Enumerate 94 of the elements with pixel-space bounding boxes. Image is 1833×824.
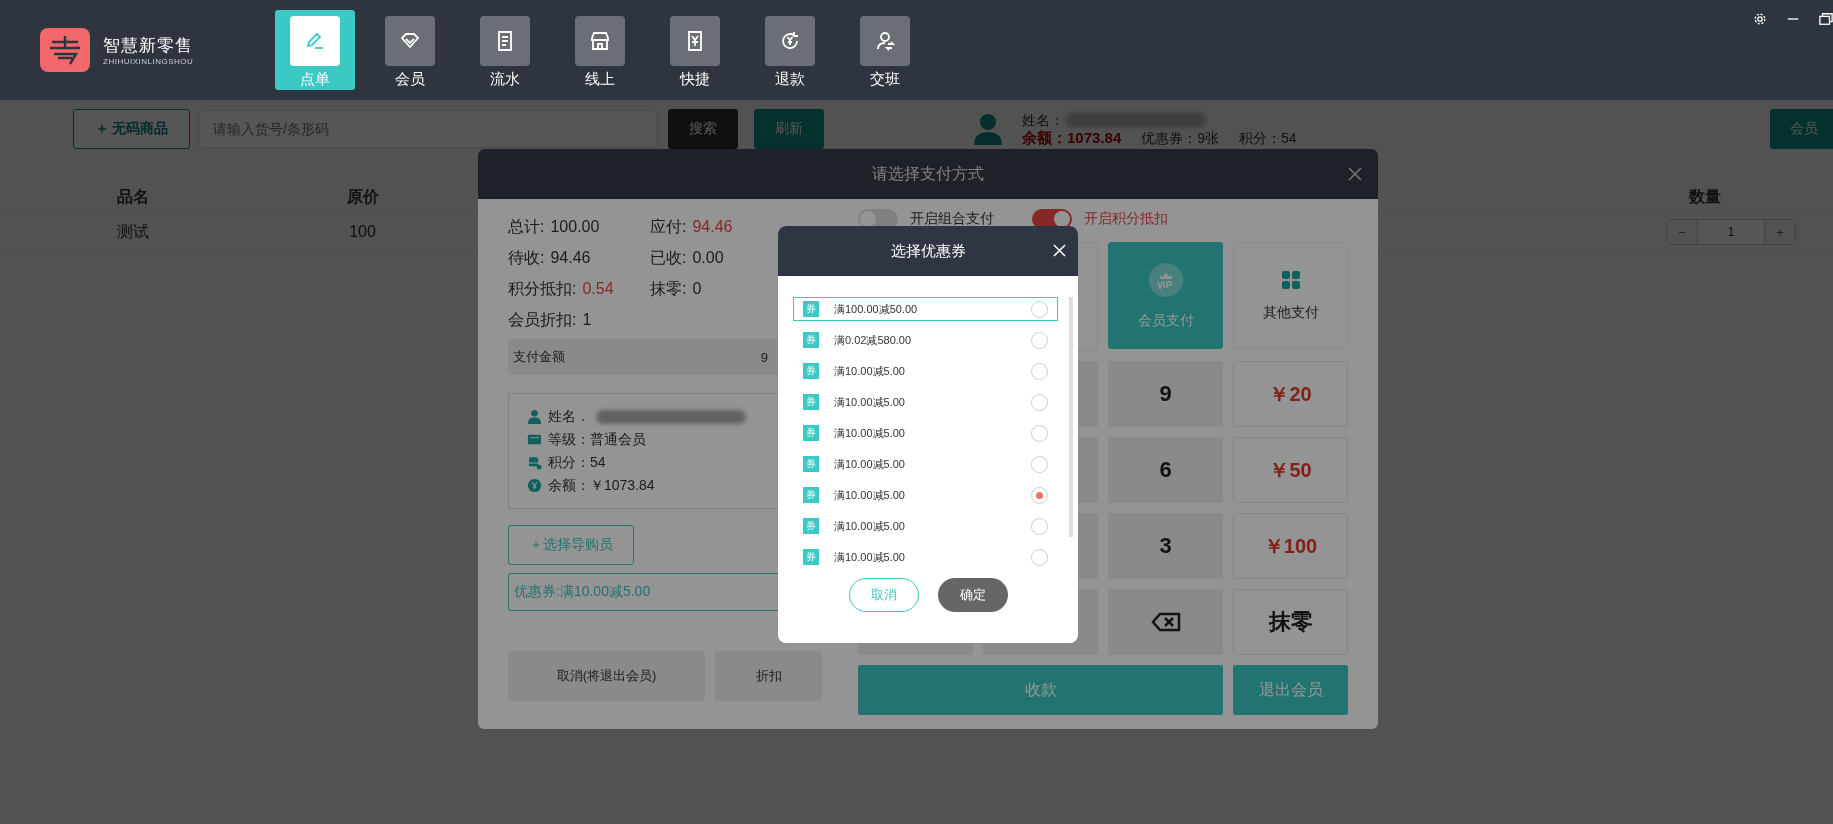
payment-method-tile[interactable]: 其他支付 xyxy=(1233,242,1348,349)
summary-label: 抹零: xyxy=(650,279,687,299)
backspace-key[interactable] xyxy=(1108,589,1223,655)
summary-value: 94.46 xyxy=(550,248,591,268)
person-icon xyxy=(974,113,1002,145)
coupon-label: 满100.00减50.00 xyxy=(834,301,919,317)
yen-coin-icon xyxy=(527,478,542,493)
summary-value: 0 xyxy=(692,279,702,299)
toggle-switch[interactable] xyxy=(858,209,898,229)
coupon-label: 满10.00减5.00 xyxy=(834,456,906,472)
coupon-label: 满10.00减5.00 xyxy=(834,394,906,410)
column-header: 数量 xyxy=(1688,186,1722,207)
store-icon xyxy=(588,29,612,53)
summary-value: 100.00 xyxy=(550,217,600,237)
confirm-button[interactable]: 确定 xyxy=(937,578,1008,612)
summary-value: 1 xyxy=(582,310,592,330)
cancel-button[interactable]: 取消(将退出会员) xyxy=(508,651,705,701)
coupon-label: 满0.02减580.00 xyxy=(834,332,913,348)
member-info-text: 余额：￥1073.84 xyxy=(548,476,655,495)
coupon-tag: 券 xyxy=(803,301,819,317)
member-info-text: 积分：54 xyxy=(548,453,606,472)
coupon-item[interactable]: 券 满10.00减5.00 xyxy=(793,545,1058,569)
coupon-tag: 券 xyxy=(803,487,819,503)
keypad-key[interactable]: 3 xyxy=(1108,513,1223,579)
scrollbar[interactable] xyxy=(1069,297,1073,537)
summary-label: 积分抵扣: xyxy=(508,279,577,299)
coupon-tag: 券 xyxy=(803,394,819,410)
coupon-item[interactable]: 券 满10.00减5.00 xyxy=(793,514,1058,538)
coupon-tag: 券 xyxy=(803,332,819,348)
pay-amount-label: 支付金额 xyxy=(513,348,565,366)
member-info-text: 等级：普通会员 xyxy=(548,430,646,449)
nav-tab[interactable]: 流水 xyxy=(465,10,545,90)
coupon-label: 满10.00减5.00 xyxy=(834,487,906,503)
nav-tab[interactable]: 交班 xyxy=(845,10,925,90)
pay-amount-value: 9 xyxy=(760,349,768,365)
summary-label: 应付: xyxy=(650,217,687,237)
dialog-title: 选择优惠券 xyxy=(890,241,966,261)
summary-label: 待收: xyxy=(508,248,545,268)
table-cell-text: 100 xyxy=(348,223,377,241)
column-header: 原价 xyxy=(345,186,380,207)
coupon-item[interactable]: 券 满10.00减5.00 xyxy=(793,390,1058,414)
name-label: 姓名： xyxy=(1022,111,1064,129)
coupon-item[interactable]: 券 满10.00减5.00 xyxy=(793,452,1058,476)
summary-value: 94.46 xyxy=(692,217,733,237)
summary-value: 0.00 xyxy=(692,248,724,268)
coupon-tag: 券 xyxy=(803,425,819,441)
points-text: 积分：54 xyxy=(1239,129,1297,147)
coupon-item[interactable]: 券 满100.00减50.00 xyxy=(793,297,1058,321)
coupon-item[interactable]: 券 满10.00减5.00 xyxy=(793,359,1058,383)
coupon-tag: 券 xyxy=(803,518,819,534)
quick-amount-key[interactable]: ￥100 xyxy=(1233,513,1348,579)
coupon-label: 满10.00减5.00 xyxy=(834,549,906,565)
vip-card-icon xyxy=(527,432,542,447)
brand-title: 智慧新零售 xyxy=(103,35,194,57)
brand-subtitle: ZHIHUIXINLINGSHOU xyxy=(103,57,194,66)
summary-label: 总计: xyxy=(508,217,545,237)
toggle-label: 开启组合支付 xyxy=(910,210,994,228)
coupon-count-text: 优惠券：9张 xyxy=(1141,129,1220,147)
toggle-label: 开启积分抵扣 xyxy=(1084,210,1168,228)
dialog-title: 请选择支付方式 xyxy=(872,163,984,184)
nav-tab[interactable]: 退款 xyxy=(750,10,830,90)
member-info-text: 姓名． xyxy=(548,407,590,426)
summary-value: 0.54 xyxy=(582,279,614,299)
table-cell-text: 测试 xyxy=(115,221,150,242)
summary-label: 会员折扣: xyxy=(508,310,577,330)
coupon-tag: 券 xyxy=(803,549,819,565)
coupon-label: 满10.00减5.00 xyxy=(834,425,906,441)
quick-amount-key[interactable]: ￥20 xyxy=(1233,361,1348,427)
grid-icon xyxy=(1280,269,1301,290)
column-header: 品名 xyxy=(115,186,150,207)
coupon-item[interactable]: 券 满0.02减580.00 xyxy=(793,328,1058,352)
nav-tab[interactable]: 快捷 xyxy=(655,10,735,90)
coupon-label: 满10.00减5.00 xyxy=(834,363,906,379)
coupon-tag: 券 xyxy=(803,363,819,379)
keypad-key[interactable]: 抹零 xyxy=(1233,589,1348,655)
logo-icon xyxy=(40,28,90,72)
backspace-icon xyxy=(1150,612,1181,632)
coins-icon xyxy=(527,455,542,470)
coupon-item[interactable]: 券 满10.00减5.00 xyxy=(793,421,1058,445)
toggle-switch[interactable] xyxy=(1032,209,1072,229)
nav-tab[interactable]: 线上 xyxy=(560,10,640,90)
person-icon xyxy=(527,409,542,424)
coupon-tag: 券 xyxy=(803,456,819,472)
keypad-key[interactable]: 6 xyxy=(1108,437,1223,503)
quick-amount-key[interactable]: ￥50 xyxy=(1233,437,1348,503)
coupon-item[interactable]: 券 满10.00减5.00 xyxy=(793,483,1058,507)
keypad-key[interactable]: 9 xyxy=(1108,361,1223,427)
balance-text: 余额：1073.84 xyxy=(1022,129,1122,147)
coupon-label: 满10.00减5.00 xyxy=(834,518,906,534)
restore-icon[interactable] xyxy=(1819,12,1833,26)
discount-button[interactable]: 折扣 xyxy=(715,651,822,701)
nav-tab[interactable]: 会员 xyxy=(370,10,450,90)
summary-label: 已收: xyxy=(650,248,687,268)
settings-icon[interactable] xyxy=(1753,12,1767,26)
